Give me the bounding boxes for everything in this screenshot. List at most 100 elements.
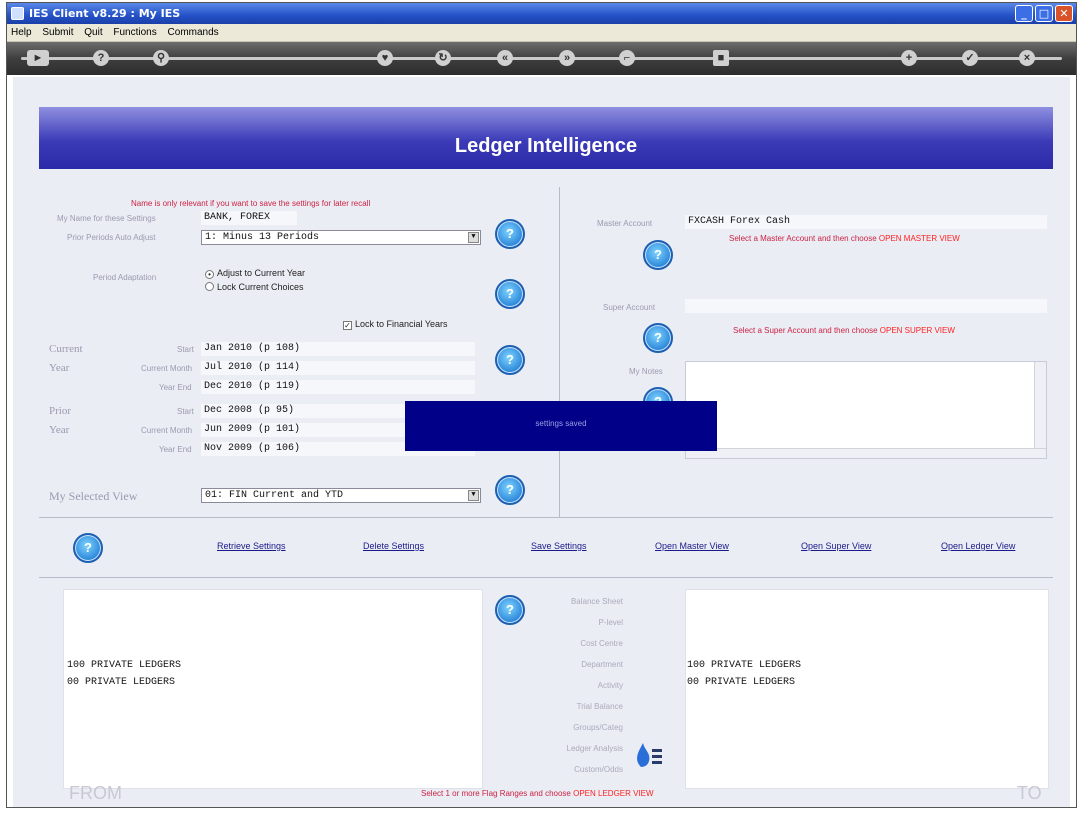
- arrow-right-icon[interactable]: ►: [27, 50, 49, 66]
- cur-end-label: Year End: [159, 383, 192, 392]
- chevron-down-icon[interactable]: ▼: [468, 232, 479, 243]
- help-button-actions[interactable]: ?: [73, 533, 103, 563]
- search-icon[interactable]: ⚲: [153, 50, 169, 66]
- status-toast: settings saved: [405, 401, 717, 451]
- cur-month-value: Jul 2010 (p 114): [201, 361, 475, 375]
- pri-month-label: Current Month: [141, 426, 193, 435]
- ledger-hint-text: Select 1 or more Flag Ranges and choose: [421, 789, 571, 798]
- prior-year-label: Year: [49, 424, 70, 436]
- to-panel[interactable]: [685, 589, 1049, 789]
- master-hint: Select a Master Account and then choose …: [729, 234, 960, 243]
- check-icon[interactable]: ✓: [962, 50, 978, 66]
- ledger-hint: Select 1 or more Flag Ranges and choose …: [421, 789, 654, 798]
- from-panel[interactable]: [63, 589, 483, 789]
- help-button-2[interactable]: ?: [495, 279, 525, 309]
- menu-functions[interactable]: Functions: [113, 27, 156, 38]
- menu-commands[interactable]: Commands: [168, 27, 219, 38]
- menu-help[interactable]: Help: [11, 27, 32, 38]
- master-hint-highlight: OPEN MASTER VIEW: [878, 234, 960, 243]
- adjust-year-radio[interactable]: • Adjust to Current Year: [205, 268, 305, 279]
- close-button[interactable]: ✕: [1055, 5, 1073, 22]
- selected-view-label: My Selected View: [49, 489, 138, 503]
- flag-trial-balance[interactable]: Trial Balance: [553, 702, 623, 711]
- notes-vscrollbar[interactable]: [1034, 362, 1046, 458]
- lock-choices-label: Lock Current Choices: [217, 282, 304, 292]
- prior-adjust-label: Prior Periods Auto Adjust: [67, 233, 156, 242]
- super-account-input[interactable]: [685, 299, 1047, 313]
- name-input[interactable]: BANK, FOREX: [201, 211, 297, 225]
- divider-top: [39, 517, 1053, 518]
- flag-ledger-analysis[interactable]: Ledger Analysis: [553, 744, 623, 753]
- flag-p-level[interactable]: P-level: [553, 618, 623, 627]
- open-master-view-link[interactable]: Open Master View: [655, 541, 729, 551]
- selected-view-select[interactable]: 01: FIN Current and YTD ▼: [201, 488, 481, 503]
- lock-financial-checkbox[interactable]: ✓ Lock to Financial Years: [343, 319, 448, 330]
- delete-settings-link[interactable]: Delete Settings: [363, 541, 424, 551]
- title-bar: IES Client v8.29 : My IES _ □ ✕: [7, 3, 1076, 24]
- selected-view-value: 01: FIN Current and YTD: [205, 490, 344, 501]
- from-line-1: 100 PRIVATE LEDGERS: [67, 660, 182, 671]
- super-account-label: Super Account: [603, 303, 656, 312]
- from-line-2: 00 PRIVATE LEDGERS: [67, 677, 176, 688]
- flame-icon: [637, 743, 662, 767]
- flag-cost-centre[interactable]: Cost Centre: [553, 639, 623, 648]
- cur-end-value: Dec 2010 (p 119): [201, 380, 475, 394]
- super-hint-text: Select a Super Account and then choose: [733, 326, 878, 335]
- app-icon: [11, 7, 24, 20]
- menu-quit[interactable]: Quit: [84, 27, 102, 38]
- name-label: My Name for these Settings: [57, 214, 156, 223]
- prior-adjust-select[interactable]: 1: Minus 13 Periods ▼: [201, 230, 481, 245]
- help-button-4[interactable]: ?: [495, 475, 525, 505]
- refresh-icon[interactable]: ↻: [435, 50, 451, 66]
- flag-activity[interactable]: Activity: [553, 681, 623, 690]
- flag-balance-sheet[interactable]: Balance Sheet: [553, 597, 623, 606]
- notes-hscrollbar[interactable]: [686, 448, 1046, 458]
- to-label: TO: [1017, 783, 1042, 803]
- main-area: Ledger Intelligence Name is only relevan…: [13, 77, 1070, 807]
- ledger-hint-highlight: OPEN LEDGER VIEW: [573, 789, 654, 798]
- heart-icon[interactable]: ♥: [377, 50, 393, 66]
- lock-financial-label: Lock to Financial Years: [355, 319, 448, 329]
- maximize-button[interactable]: □: [1035, 5, 1053, 22]
- period-adaptation-label: Period Adaptation: [93, 273, 157, 282]
- retrieve-settings-link[interactable]: Retrieve Settings: [217, 541, 286, 551]
- app-window: IES Client v8.29 : My IES _ □ ✕ Help Sub…: [6, 2, 1077, 808]
- back-icon[interactable]: «: [497, 50, 513, 66]
- prior-label: Prior: [49, 405, 71, 417]
- to-line-2: 00 PRIVATE LEDGERS: [687, 677, 796, 688]
- open-super-view-link[interactable]: Open Super View: [801, 541, 871, 551]
- flag-department[interactable]: Department: [553, 660, 623, 669]
- super-hint: Select a Super Account and then choose O…: [733, 326, 955, 335]
- save-settings-link[interactable]: Save Settings: [531, 541, 587, 551]
- help-button-super[interactable]: ?: [643, 323, 673, 353]
- square-icon[interactable]: ■: [713, 50, 729, 66]
- help-icon[interactable]: ?: [93, 50, 109, 66]
- notes-textarea[interactable]: [685, 361, 1047, 459]
- to-line-1: 100 PRIVATE LEDGERS: [687, 660, 802, 671]
- page-title: Ledger Intelligence: [39, 107, 1053, 169]
- open-ledger-view-link[interactable]: Open Ledger View: [941, 541, 1015, 551]
- bookmark-icon[interactable]: ⌐: [619, 50, 635, 66]
- cur-month-label: Current Month: [141, 364, 193, 373]
- plus-icon[interactable]: +: [901, 50, 917, 66]
- pri-end-label: Year End: [159, 445, 192, 454]
- lock-choices-radio[interactable]: Lock Current Choices: [205, 282, 304, 292]
- minimize-button[interactable]: _: [1015, 5, 1033, 22]
- flag-groups[interactable]: Groups/Categ: [553, 723, 623, 732]
- help-button-master[interactable]: ?: [643, 240, 673, 270]
- cur-start-value: Jan 2010 (p 108): [201, 342, 475, 356]
- help-button-flags[interactable]: ?: [495, 595, 525, 625]
- chevron-down-icon[interactable]: ▼: [468, 490, 479, 501]
- menu-submit[interactable]: Submit: [42, 27, 73, 38]
- forward-icon[interactable]: »: [559, 50, 575, 66]
- current-year-label: Year: [49, 362, 70, 374]
- help-button-1[interactable]: ?: [495, 219, 525, 249]
- window-title: IES Client v8.29 : My IES: [29, 7, 181, 20]
- cur-start-label: Start: [177, 345, 194, 354]
- current-label: Current: [49, 343, 83, 355]
- master-account-input[interactable]: FXCASH Forex Cash: [685, 215, 1047, 229]
- flag-custom[interactable]: Custom/Odds: [553, 765, 623, 774]
- cancel-icon[interactable]: ×: [1019, 50, 1035, 66]
- help-button-3[interactable]: ?: [495, 345, 525, 375]
- toolbar: ► ? ⚲ ♥ ↻ « » ⌐ ■ + ✓ ×: [7, 42, 1076, 75]
